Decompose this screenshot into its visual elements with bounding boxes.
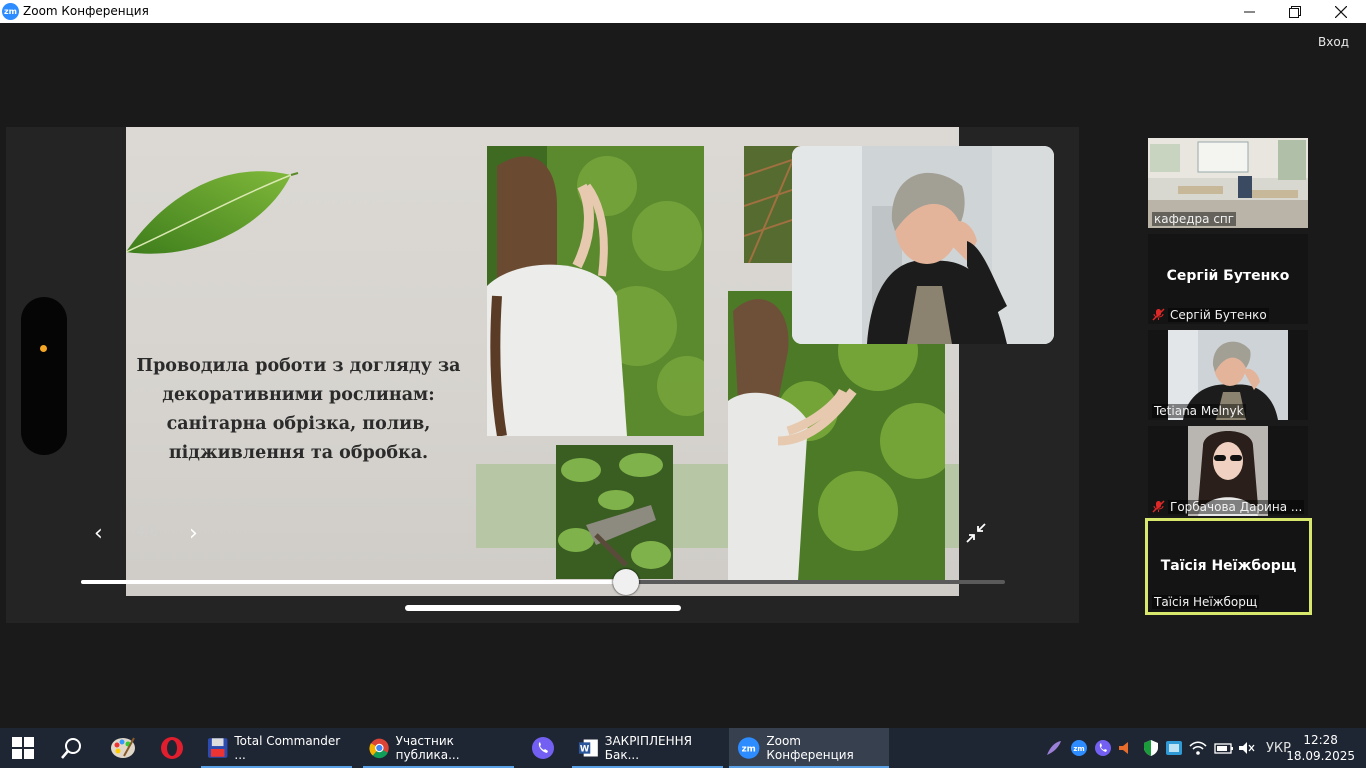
svg-text:zm: zm: [742, 744, 756, 754]
slide-photo-gardener-1: [487, 146, 704, 436]
participant-name: Tetiana Melnyk: [1152, 404, 1246, 418]
participant-name: кафедра спг: [1152, 212, 1237, 226]
zoom-app-icon: zm: [2, 3, 19, 20]
tray-feather-icon[interactable]: [1045, 728, 1063, 768]
opera-icon: [161, 737, 183, 759]
paint-palette-icon: [111, 737, 135, 758]
participant-tile[interactable]: кафедра спг: [1148, 138, 1308, 228]
previous-slide-button[interactable]: ‹: [94, 521, 103, 546]
slide-text: Проводила роботи з догляду за декоративн…: [126, 352, 471, 468]
page-counter: 4/6: [136, 524, 159, 540]
task-zoom[interactable]: zm Zoom Конференция: [729, 728, 889, 768]
presentation-progress-slider[interactable]: [81, 569, 1005, 595]
search-button[interactable]: [60, 728, 84, 768]
participant-tile-active-speaker[interactable]: Таїсія Неїжборщ Таїсія Неїжборщ: [1145, 518, 1312, 615]
slide-photo-pruner: [556, 445, 673, 579]
opera-button[interactable]: [160, 728, 184, 768]
slide-text-line: Проводила роботи з догляду за: [136, 356, 461, 376]
participant-tile[interactable]: Горбачова Дарина ...: [1148, 426, 1308, 516]
tray-security-icon[interactable]: [1142, 728, 1160, 768]
task-chrome[interactable]: Участник публика...: [363, 728, 514, 768]
close-button[interactable]: [1318, 0, 1364, 23]
start-button[interactable]: [12, 728, 34, 768]
mic-muted-icon: [1152, 308, 1165, 321]
search-icon: [61, 738, 81, 759]
windows-taskbar: Total Commander ... Участник публика... …: [0, 728, 1366, 768]
task-label: ЗАКРІПЛЕННЯ Бак...: [604, 734, 692, 762]
svg-text:W: W: [580, 744, 590, 754]
system-clock[interactable]: 12:28 18.09.2025: [1286, 732, 1355, 764]
tray-battery-icon[interactable]: [1214, 728, 1234, 768]
participant-name: Горбачова Дарина ...: [1168, 500, 1305, 514]
side-panel-handle[interactable]: [21, 297, 67, 455]
paint-app-button[interactable]: [110, 728, 136, 768]
participant-tile[interactable]: Tetiana Melnyk: [1148, 330, 1308, 420]
minimize-icon: [1243, 11, 1255, 13]
task-word[interactable]: W ЗАКРІПЛЕННЯ Бак...: [572, 728, 723, 768]
restore-icon: [1289, 5, 1301, 18]
total-commander-icon: [207, 738, 228, 758]
tray-viber-icon[interactable]: [1094, 728, 1112, 768]
slide-text-line: декоративними рослинам:: [162, 385, 435, 405]
window-title: Zoom Конференция: [23, 4, 149, 18]
participant-display-name: Сергій Бутенко: [1166, 268, 1290, 284]
restore-button[interactable]: [1272, 0, 1318, 23]
participant-display-name: Таїсія Неїжборщ: [1160, 558, 1297, 574]
close-icon: [1335, 5, 1347, 18]
window-titlebar: zm Zoom Конференция: [0, 0, 1366, 23]
word-icon: W: [578, 739, 598, 757]
presenter-video[interactable]: [792, 146, 1054, 344]
clock-time: 12:28: [1303, 733, 1338, 747]
task-label: Total Commander ...: [234, 734, 341, 762]
windows-start-icon: [12, 737, 34, 759]
participant-name: Таїсія Неїжборщ: [1152, 595, 1260, 609]
viber-icon: [532, 737, 554, 759]
task-label: Участник публика...: [395, 734, 460, 762]
exit-button[interactable]: Вход: [1318, 35, 1349, 49]
tray-wifi-icon[interactable]: [1189, 728, 1207, 768]
viber-button[interactable]: [531, 728, 555, 768]
participant-tile[interactable]: Сергій Бутенко Сергій Бутенко: [1148, 234, 1308, 324]
slide-text-line: підживлення та обробка.: [168, 443, 429, 463]
screen-share-view: Проводила роботи з догляду за декоративн…: [6, 127, 1079, 623]
tray-zoom-icon[interactable]: zm: [1070, 728, 1088, 768]
chrome-icon: [369, 738, 389, 759]
slide-text-line: санітарна обрізка, полив,: [166, 414, 431, 434]
zoom-icon: zm: [737, 737, 760, 759]
tray-volume-icon[interactable]: [1238, 728, 1256, 768]
task-label: Zoom Конференция: [766, 734, 854, 762]
collapse-icon[interactable]: [964, 521, 988, 545]
progress-fill: [81, 580, 627, 584]
leaf-image: [126, 171, 299, 254]
progress-knob[interactable]: [613, 569, 640, 595]
next-slide-button[interactable]: ›: [189, 521, 198, 546]
minimize-button[interactable]: [1226, 0, 1272, 23]
meeting-area: Вход Проводила роботи з догляду за декор…: [0, 23, 1366, 728]
mic-muted-icon: [1152, 500, 1165, 513]
tray-network-app-icon[interactable]: [1165, 728, 1183, 768]
svg-text:zm: zm: [1073, 745, 1084, 753]
task-total-commander[interactable]: Total Commander ...: [201, 728, 352, 768]
recording-dot-icon: [40, 345, 47, 352]
clock-date: 18.09.2025: [1286, 749, 1355, 763]
home-indicator-bar: [405, 605, 681, 611]
participant-name: Сергій Бутенко: [1168, 308, 1269, 322]
tray-speaker-icon[interactable]: [1117, 728, 1133, 768]
